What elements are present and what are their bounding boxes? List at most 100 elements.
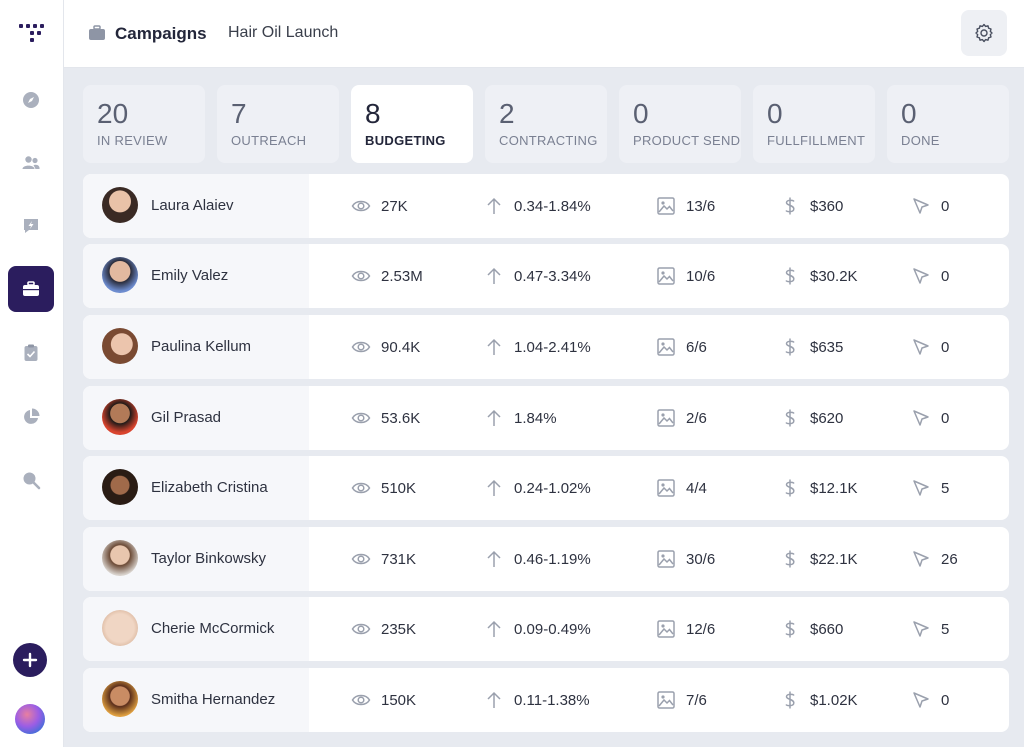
tab-contracting[interactable]: 2 CONTRACTING — [485, 85, 607, 163]
avatar — [102, 610, 138, 646]
tab-label: FULLFILLMENT — [767, 133, 866, 148]
views-value: 2.53M — [381, 267, 423, 285]
dollar-icon — [785, 197, 795, 215]
table-row[interactable]: Cherie McCormick 235K 0.09-0.49% 12/6 $6… — [83, 597, 1009, 661]
tab-done[interactable]: 0 DONE — [887, 85, 1009, 163]
nav-messages[interactable] — [8, 203, 54, 249]
nav-tasks[interactable] — [8, 330, 54, 376]
cost-metric: $12.1K — [780, 456, 858, 520]
engagement-metric: 0.11-1.38% — [484, 668, 590, 732]
influencer-name[interactable]: Laura Alaiev — [151, 197, 234, 214]
cost-metric: $22.1K — [780, 527, 858, 591]
cost-metric: $30.2K — [780, 244, 858, 308]
posts-metric: 13/6 — [656, 174, 715, 238]
cost-value: $30.2K — [810, 267, 858, 285]
tab-in-review[interactable]: 20 IN REVIEW — [83, 85, 205, 163]
eye-icon — [351, 270, 371, 282]
posts-metric: 30/6 — [656, 527, 715, 591]
posts-value: 10/6 — [686, 267, 716, 285]
cost-value: $12.1K — [810, 479, 858, 497]
avatar — [102, 187, 138, 223]
add-button[interactable] — [13, 643, 47, 677]
posts-value: 2/6 — [686, 409, 707, 427]
table-row[interactable]: Elizabeth Cristina 510K 0.24-1.02% 4/4 $… — [83, 456, 1009, 520]
tab-label: DONE — [901, 133, 940, 148]
influencer-name[interactable]: Emily Valez — [151, 267, 228, 284]
cost-value: $660 — [810, 620, 844, 638]
dollar-icon — [785, 550, 795, 568]
engagement-value: 0.47-3.34% — [514, 267, 591, 285]
influencer-name[interactable]: Taylor Binkowsky — [151, 550, 266, 567]
cost-value: $635 — [810, 338, 844, 356]
influencer-name[interactable]: Paulina Kellum — [151, 338, 251, 355]
nav-campaigns[interactable] — [8, 266, 54, 312]
tab-outreach[interactable]: 7 OUTREACH — [217, 85, 339, 163]
nav-explore[interactable] — [8, 77, 54, 123]
briefcase-icon — [23, 281, 39, 296]
views-metric: 510K — [351, 456, 416, 520]
influencer-name[interactable]: Smitha Hernandez — [151, 691, 275, 708]
table-row[interactable]: Emily Valez 2.53M 0.47-3.34% 10/6 $30.2K… — [83, 244, 1009, 308]
tab-count: 0 — [633, 98, 649, 129]
cursor-icon — [913, 621, 929, 637]
clipboard-icon — [24, 344, 38, 361]
stage-tabs: 20 IN REVIEW 7 OUTREACH 8 BUDGETING 2 CO… — [83, 85, 1009, 163]
name-cell: Laura Alaiev — [83, 174, 309, 238]
table-row[interactable]: Gil Prasad 53.6K 1.84% 2/6 $620 0 — [83, 386, 1009, 450]
views-value: 510K — [381, 479, 417, 497]
user-avatar[interactable] — [15, 704, 45, 734]
table-row[interactable]: Taylor Binkowsky 731K 0.46-1.19% 30/6 $2… — [83, 527, 1009, 591]
breadcrumb-campaign[interactable]: Hair Oil Launch — [228, 24, 338, 42]
table-row[interactable]: Smitha Hernandez 150K 0.11-1.38% 7/6 $1.… — [83, 668, 1009, 732]
gear-icon — [975, 23, 993, 43]
influencer-name[interactable]: Cherie McCormick — [151, 620, 274, 637]
table-row[interactable]: Laura Alaiev 27K 0.34-1.84% 13/6 $360 0 — [83, 174, 1009, 238]
avatar — [102, 257, 138, 293]
posts-value: 7/6 — [686, 691, 707, 709]
nav-search[interactable] — [8, 457, 54, 503]
tab-count: 0 — [901, 98, 917, 129]
eye-icon — [351, 412, 371, 424]
cursor-icon — [913, 339, 929, 355]
tab-budgeting[interactable]: 8 BUDGETING — [351, 85, 473, 163]
briefcase-icon — [89, 25, 105, 40]
nav-reports[interactable] — [8, 394, 54, 440]
clicks-metric: 0 — [911, 244, 949, 308]
image-icon — [657, 409, 675, 427]
arrow-up-icon — [487, 479, 501, 496]
views-metric: 235K — [351, 597, 416, 661]
cost-metric: $635 — [780, 315, 843, 379]
views-metric: 53.6K — [351, 386, 420, 450]
tab-fullfillment[interactable]: 0 FULLFILLMENT — [753, 85, 875, 163]
settings-button[interactable] — [961, 10, 1007, 56]
posts-metric: 6/6 — [656, 315, 707, 379]
arrow-up-icon — [487, 338, 501, 355]
top-header: Campaigns Hair Oil Launch — [64, 0, 1024, 68]
clicks-value: 26 — [941, 550, 958, 568]
influencer-name[interactable]: Gil Prasad — [151, 409, 221, 426]
clicks-value: 5 — [941, 479, 950, 497]
arrow-up-icon — [487, 620, 501, 637]
clicks-metric: 5 — [911, 597, 949, 661]
influencer-name[interactable]: Elizabeth Cristina — [151, 479, 268, 496]
engagement-value: 0.46-1.19% — [514, 550, 591, 568]
image-icon — [657, 691, 675, 709]
engagement-metric: 0.46-1.19% — [484, 527, 591, 591]
avatar — [102, 469, 138, 505]
tab-count: 8 — [365, 98, 381, 129]
dollar-icon — [785, 691, 795, 709]
views-metric: 731K — [351, 527, 416, 591]
eye-icon — [351, 200, 371, 212]
dollar-icon — [785, 409, 795, 427]
cursor-icon — [913, 268, 929, 284]
arrow-up-icon — [487, 550, 501, 567]
table-row[interactable]: Paulina Kellum 90.4K 1.04-2.41% 6/6 $635… — [83, 315, 1009, 379]
breadcrumb-section[interactable]: Campaigns — [115, 24, 207, 44]
logo-icon[interactable] — [18, 22, 46, 46]
cost-value: $360 — [810, 197, 844, 215]
sidebar — [0, 0, 64, 747]
name-cell: Taylor Binkowsky — [83, 527, 309, 591]
nav-influencers[interactable] — [8, 140, 54, 186]
tab-product-send[interactable]: 0 PRODUCT SEND — [619, 85, 741, 163]
eye-icon — [351, 341, 371, 353]
